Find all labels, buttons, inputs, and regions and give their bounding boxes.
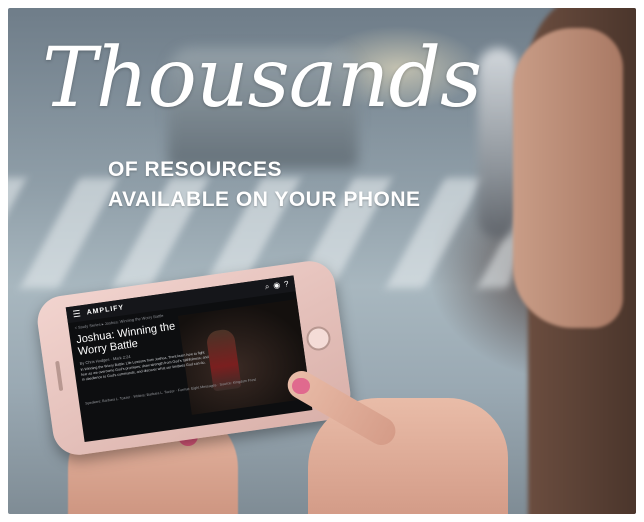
brand-logo: AMPLIFY: [86, 303, 125, 316]
user-icon: ◉: [272, 280, 281, 291]
woman-face: [513, 28, 623, 328]
phone-speaker: [55, 360, 64, 392]
search-icon: ⌕: [264, 281, 270, 292]
headline-line-1: OF RESOURCES: [108, 158, 283, 181]
headline-subtitle: OF RESOURCES AVAILABLE ON YOUR PHONE: [108, 155, 421, 215]
hamburger-menu-icon: ☰: [71, 307, 82, 319]
phone-home-button: [304, 324, 333, 353]
app-bar-icons: ⌕ ◉ ?: [264, 279, 289, 292]
blurred-pedestrian: [478, 48, 518, 238]
phone-screen: ☰ AMPLIFY ⌕ ◉ ? < Study Series ▸ Joshua:…: [65, 275, 313, 443]
help-icon: ?: [283, 279, 290, 289]
headline-script-word: Thousands: [42, 31, 482, 126]
headline-line-2: AVAILABLE ON YOUR PHONE: [108, 188, 421, 211]
pointing-finger-nail: [292, 378, 310, 394]
photo-background: Thousands OF RESOURCES AVAILABLE ON YOUR…: [8, 8, 636, 514]
